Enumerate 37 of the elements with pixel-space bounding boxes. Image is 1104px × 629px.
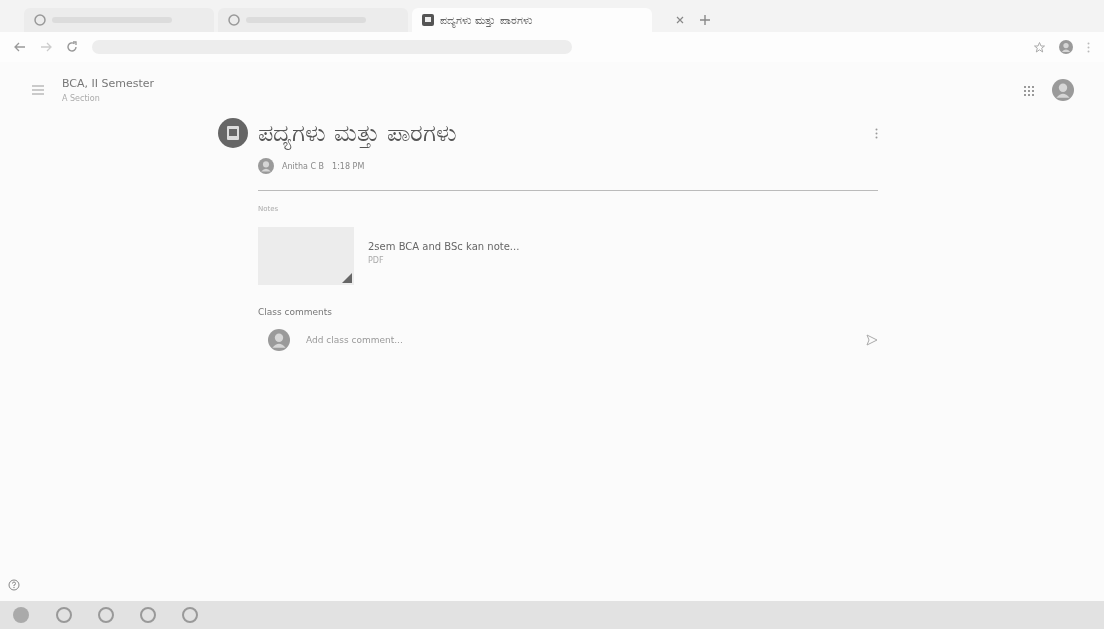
page-fold-icon: [342, 273, 352, 283]
menu-icon[interactable]: [32, 85, 44, 95]
browser-tab[interactable]: ಪದ್ಯಗಳು ಮತ್ತು ಪಾರಗಳು: [412, 8, 652, 32]
forward-icon[interactable]: [40, 42, 52, 52]
author-name: Anitha C B: [282, 161, 325, 171]
new-tab-icon[interactable]: [700, 15, 710, 25]
account-avatar: [1052, 79, 1074, 101]
post-time: 1:18 PM: [332, 161, 365, 171]
star-icon[interactable]: [1034, 41, 1045, 53]
attachment-name[interactable]: 2sem BCA and BSc kan note...: [368, 241, 520, 252]
browser-tab[interactable]: [24, 8, 214, 32]
back-icon[interactable]: [14, 42, 26, 52]
more-icon[interactable]: [875, 127, 878, 139]
taskbar-app-icon[interactable]: [98, 607, 114, 623]
assignment-icon: [218, 118, 248, 148]
reload-icon[interactable]: [66, 41, 78, 53]
file-thumbnail[interactable]: [258, 227, 354, 285]
taskbar-app-icon[interactable]: [182, 607, 198, 623]
browser-tab[interactable]: [218, 8, 408, 32]
author-avatar: [258, 158, 274, 174]
class-section: A Section: [62, 94, 155, 103]
page-icon: [228, 14, 240, 26]
taskbar-app-icon[interactable]: [140, 607, 156, 623]
classroom-icon: [422, 14, 434, 26]
close-icon[interactable]: [676, 16, 684, 24]
send-icon[interactable]: [866, 334, 878, 346]
taskbar-app-icon[interactable]: [56, 607, 72, 623]
page-icon: [34, 14, 46, 26]
user-avatar: [268, 329, 290, 351]
attachment-type: PDF: [368, 256, 385, 265]
comments-label: Class comments: [258, 307, 333, 317]
start-button-icon[interactable]: [12, 606, 30, 624]
profile-avatar: [1059, 40, 1073, 54]
comment-field[interactable]: Add class comment...: [304, 330, 852, 350]
apps-grid-icon[interactable]: [1023, 84, 1034, 96]
class-name[interactable]: BCA, II Semester: [62, 77, 155, 90]
help-icon[interactable]: [8, 579, 20, 591]
